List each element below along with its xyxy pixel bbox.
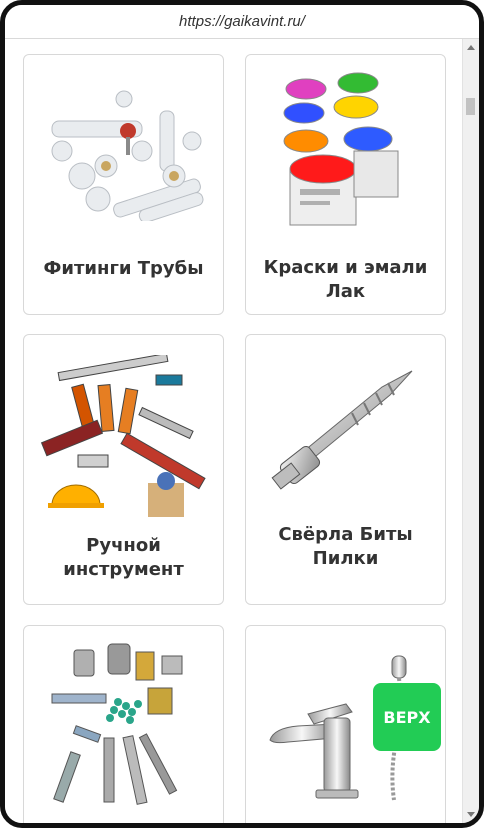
category-title: Ручной инструмент (63, 535, 184, 580)
drill-bit-image (271, 370, 413, 490)
category-card-hand-tools[interactable]: Ручной инструмент (23, 334, 224, 605)
category-card-fittings[interactable]: Фитинги Трубы (23, 54, 224, 315)
category-title: Фитинги Трубы (43, 258, 204, 279)
scroll-down-icon[interactable] (467, 812, 475, 817)
address-bar[interactable]: https://gaikavint.ru/ (5, 5, 479, 39)
url-text: https://gaikavint.ru/ (179, 13, 305, 30)
scroll-up-icon[interactable] (467, 45, 475, 50)
category-title: Свёрла Биты Пилки (278, 524, 413, 569)
category-title: Краски и эмали Лак (263, 257, 428, 302)
category-card-fasteners[interactable] (23, 625, 224, 823)
pipe-fittings-image (51, 90, 204, 221)
fasteners-image (51, 643, 183, 805)
scroll-to-top-label: ВЕРХ (383, 707, 431, 727)
hand-tools-image (40, 355, 206, 517)
paint-cans-image (283, 72, 399, 226)
category-card-paints[interactable]: Краски и эмали Лак (245, 54, 446, 315)
phone-frame: https://gaikavint.ru/ Фитинги Трубы Крас… (0, 0, 484, 828)
scrollbar-thumb[interactable] (466, 98, 475, 115)
scroll-to-top-button[interactable]: ВЕРХ (373, 683, 441, 751)
vertical-scrollbar[interactable] (462, 39, 479, 823)
category-card-drills[interactable]: Свёрла Биты Пилки (245, 334, 446, 605)
